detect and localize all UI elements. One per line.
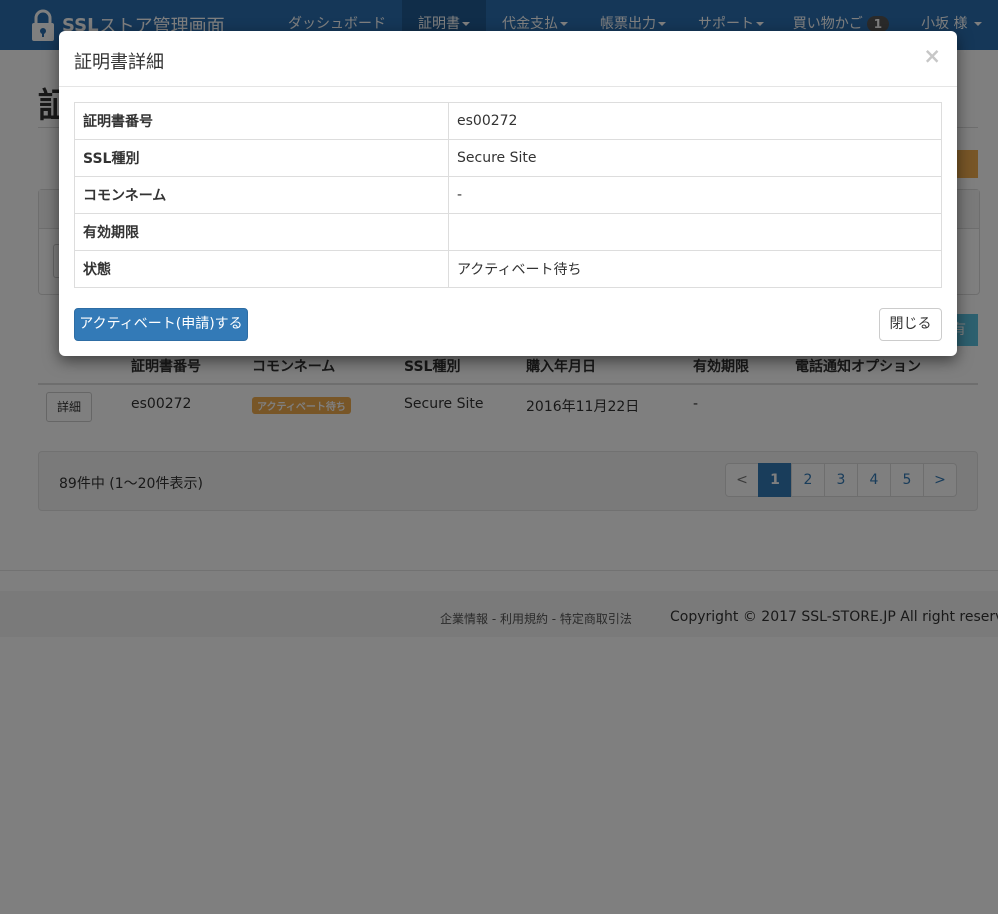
table-row: 状態 アクティベート待ち xyxy=(74,250,942,288)
close-icon[interactable]: × xyxy=(923,44,941,68)
close-button[interactable]: 閉じる xyxy=(879,308,942,341)
activate-button[interactable]: アクティベート(申請)する xyxy=(74,308,248,341)
detail-value: Secure Site xyxy=(448,139,942,177)
detail-value: アクティベート待ち xyxy=(448,250,942,288)
detail-key: SSL種別 xyxy=(74,139,449,177)
detail-key: 状態 xyxy=(74,250,449,288)
detail-key: 有効期限 xyxy=(74,213,449,251)
detail-table: 証明書番号 es00272 SSL種別 Secure Site コモンネーム -… xyxy=(74,102,942,288)
table-row: コモンネーム - xyxy=(74,176,942,214)
detail-value: es00272 xyxy=(448,102,942,140)
modal-header: 証明書詳細 × xyxy=(59,31,957,87)
detail-value: - xyxy=(448,176,942,214)
certificate-detail-modal: 証明書詳細 × 証明書番号 es00272 SSL種別 Secure Site … xyxy=(59,31,957,356)
table-row: 有効期限 xyxy=(74,213,942,251)
modal-title: 証明書詳細 xyxy=(74,52,164,73)
detail-key: 証明書番号 xyxy=(74,102,449,140)
detail-key: コモンネーム xyxy=(74,176,449,214)
detail-value xyxy=(448,213,942,251)
table-row: 証明書番号 es00272 xyxy=(74,102,942,140)
table-row: SSL種別 Secure Site xyxy=(74,139,942,177)
